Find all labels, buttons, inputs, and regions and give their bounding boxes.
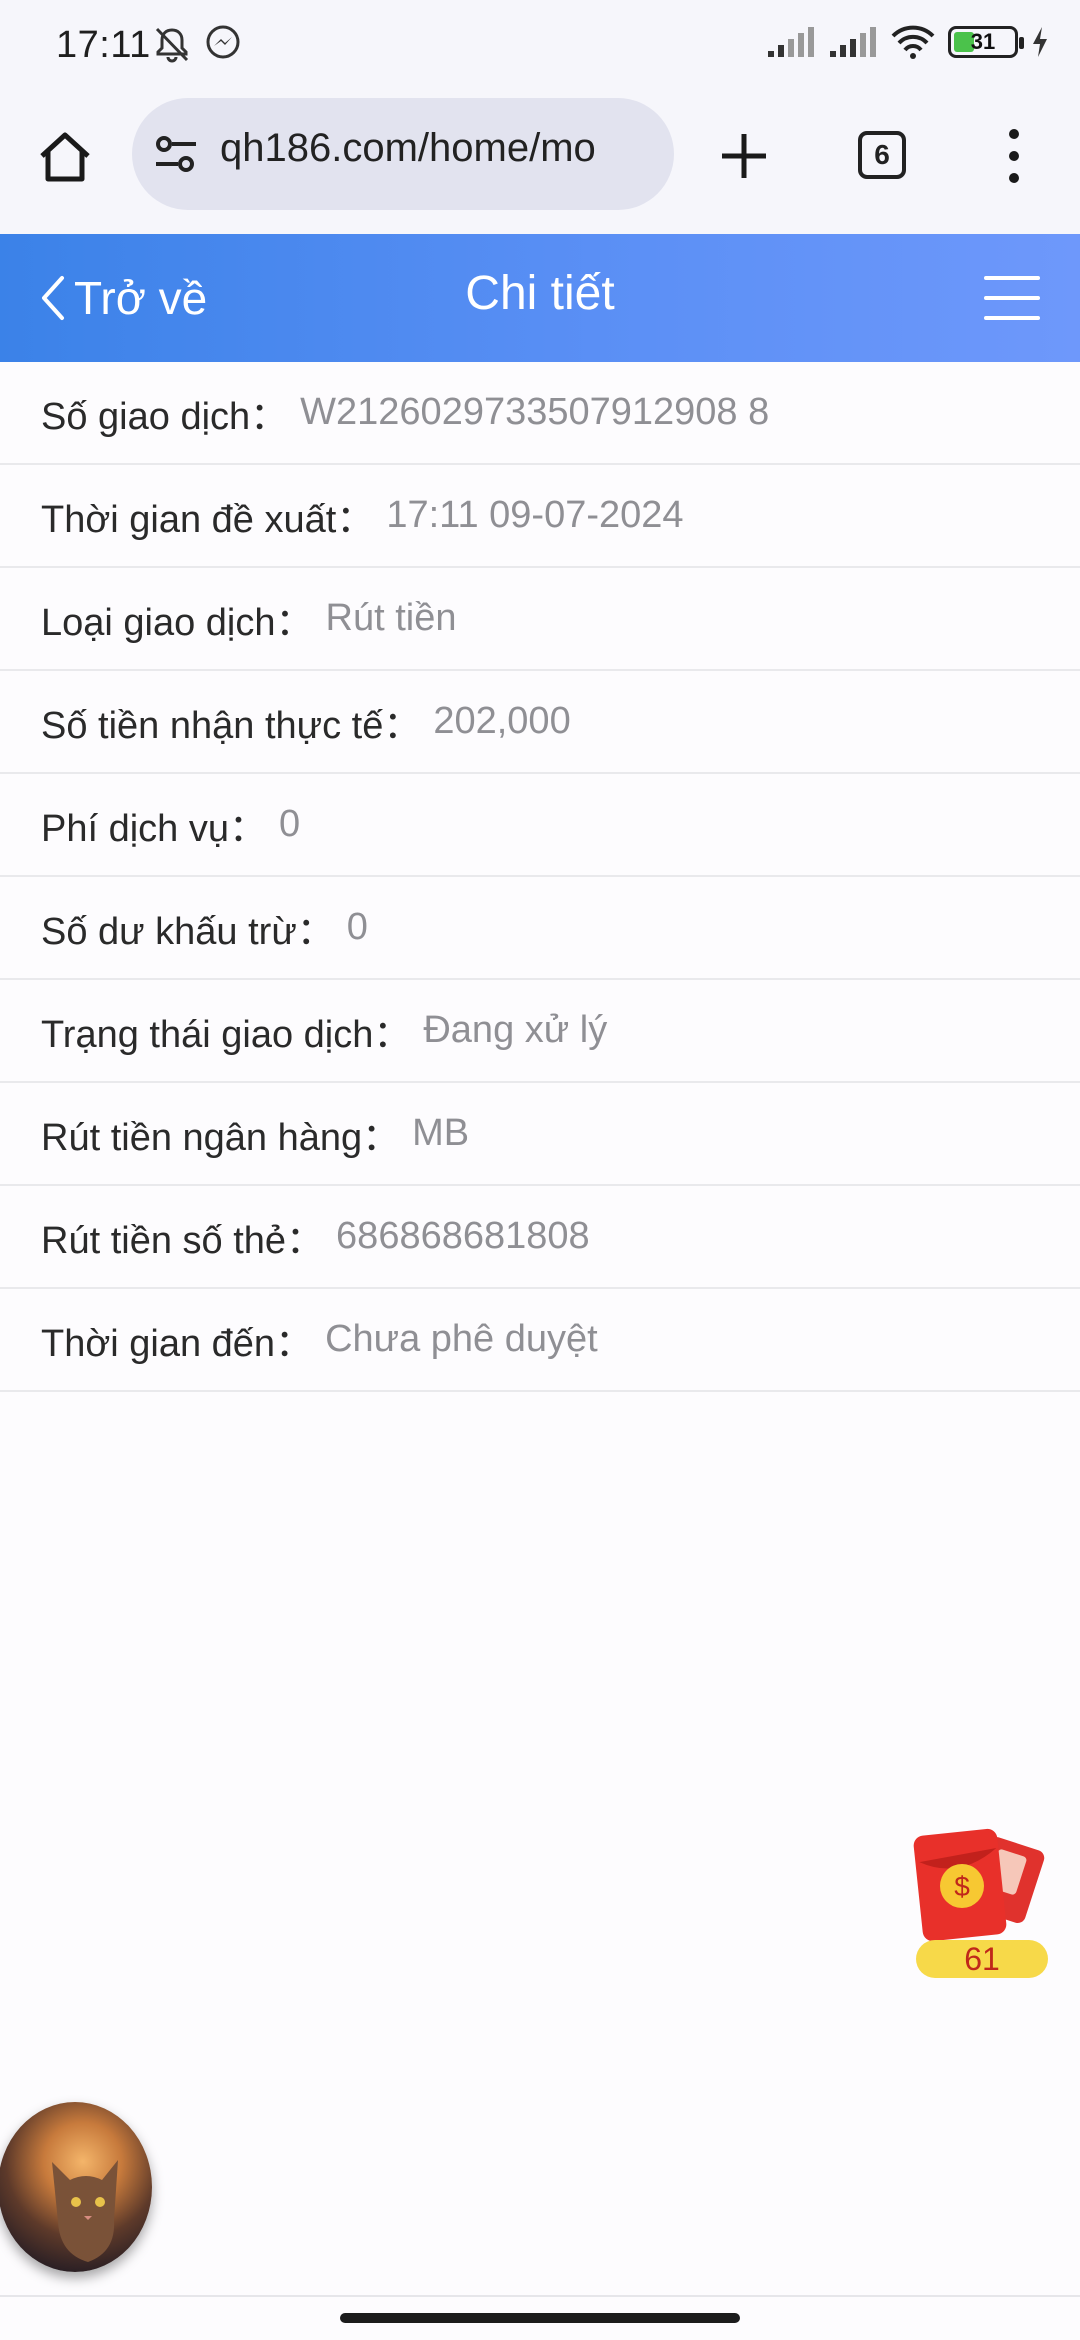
red-envelope-button[interactable]: $ 61 [912, 1828, 1052, 1978]
detail-row-bank: Rút tiền ngân hàng： MB [0, 1083, 1080, 1186]
messenger-icon [206, 25, 240, 59]
wifi-icon [891, 25, 935, 59]
status-time: 17:11 [56, 24, 151, 66]
envelope-count: 61 [916, 1940, 1048, 1978]
detail-label: Thời gian đến： [41, 1323, 314, 1365]
home-indicator[interactable] [340, 2313, 740, 2323]
app-header: Trở về Chi tiết [0, 234, 1080, 362]
detail-value: 0 [279, 803, 301, 845]
signal-icon [768, 27, 814, 57]
transaction-details: Số giao dịch： W2126029733507912908 8 Thờ… [0, 362, 1080, 1392]
detail-row-actual-amount: Số tiền nhận thực tế： 202,000 [0, 671, 1080, 774]
status-bar: 17:11 31 [0, 0, 1080, 96]
home-icon[interactable] [34, 126, 96, 188]
new-tab-icon[interactable] [714, 126, 774, 186]
detail-value: Đang xử lý [423, 1009, 608, 1051]
site-settings-icon[interactable] [152, 134, 200, 174]
svg-text:$: $ [954, 1871, 970, 1902]
cat-avatar-image [52, 2160, 118, 2262]
detail-label: Thời gian đề xuất： [41, 499, 375, 541]
charging-icon [1033, 27, 1047, 57]
detail-value: Rút tiền [325, 597, 457, 639]
detail-label: Loại giao dịch： [41, 602, 314, 644]
detail-label: Rút tiền ngân hàng： [41, 1117, 401, 1159]
detail-value: 0 [346, 906, 368, 948]
detail-row-transaction-type: Loại giao dịch： Rút tiền [0, 568, 1080, 671]
detail-label: Rút tiền số thẻ： [41, 1220, 325, 1262]
url-text[interactable]: qh186.com/home/mo [220, 126, 660, 182]
detail-row-arrival-time: Thời gian đến： Chưa phê duyệt [0, 1289, 1080, 1392]
detail-value: W2126029733507912908 8 [300, 391, 770, 433]
detail-row-status: Trạng thái giao dịch： Đang xử lý [0, 980, 1080, 1083]
detail-row-transaction-id: Số giao dịch： W2126029733507912908 8 [0, 362, 1080, 465]
browser-toolbar: qh186.com/home/mo 6 [0, 96, 1080, 234]
battery-icon: 31 [948, 26, 1024, 58]
page-title: Chi tiết [465, 267, 615, 320]
detail-value: 17:11 09-07-2024 [386, 494, 684, 536]
battery-level: 31 [970, 29, 996, 54]
status-icons-left [152, 24, 242, 64]
bell-off-icon [155, 27, 189, 63]
detail-value: Chưa phê duyệt [325, 1318, 598, 1360]
red-envelope-icon: $ [913, 1828, 1045, 1942]
detail-row-card-number: Rút tiền số thẻ： 686868681808 [0, 1186, 1080, 1289]
detail-label: Phí dịch vụ： [41, 808, 267, 850]
detail-row-request-time: Thời gian đề xuất： 17:11 09-07-2024 [0, 465, 1080, 568]
detail-label: Số dư khấu trừ： [41, 911, 335, 953]
detail-row-service-fee: Phí dịch vụ： 0 [0, 774, 1080, 877]
detail-value: 686868681808 [336, 1215, 590, 1257]
detail-label: Số giao dịch： [41, 396, 289, 438]
detail-value: 202,000 [433, 700, 571, 742]
detail-value: MB [412, 1112, 470, 1154]
address-bar[interactable]: qh186.com/home/mo [132, 98, 674, 210]
menu-icon[interactable] [984, 272, 1040, 324]
detail-label: Số tiền nhận thực tế： [41, 705, 422, 747]
status-icons-right: 31 [766, 24, 1050, 60]
bottom-divider [0, 2295, 1080, 2297]
more-options-icon[interactable] [1000, 124, 1028, 188]
signal-icon [830, 27, 876, 57]
floating-avatar[interactable] [0, 2102, 152, 2272]
tab-switcher-button[interactable]: 6 [858, 131, 906, 179]
detail-row-deducted-balance: Số dư khấu trừ： 0 [0, 877, 1080, 980]
detail-label: Trạng thái giao dịch： [41, 1014, 412, 1056]
